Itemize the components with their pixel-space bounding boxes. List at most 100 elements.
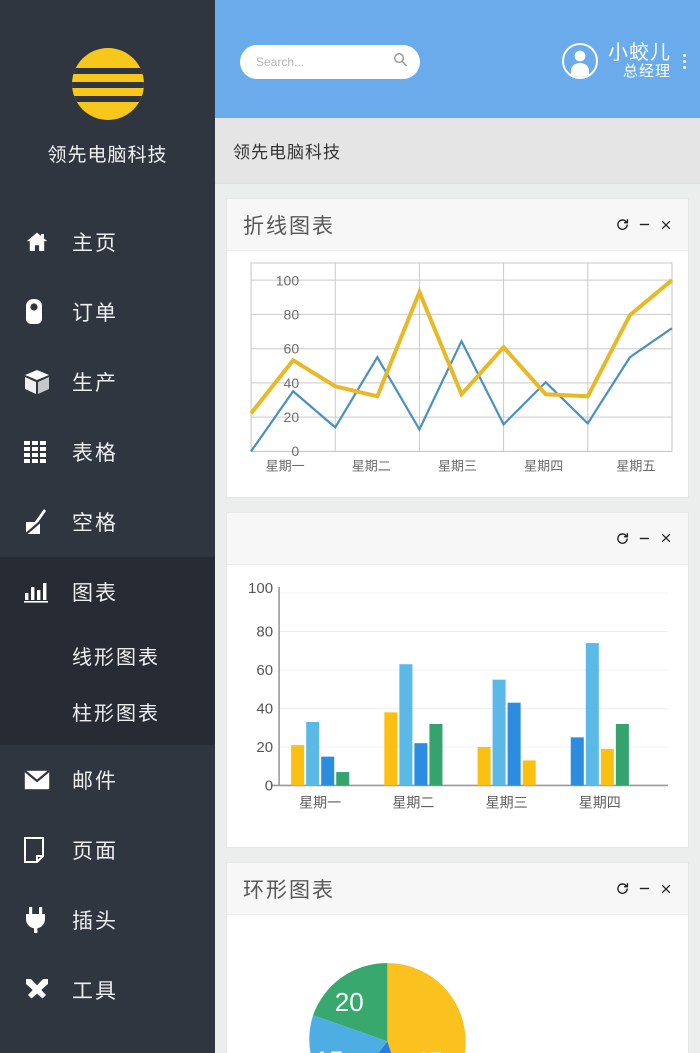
main-content: Search... 小蛟儿 总经理 领先电脑科技 折线图表 100 80 60 … (215, 0, 700, 1053)
svg-text:20: 20 (256, 739, 273, 756)
sidebar-subitem-bar-chart[interactable]: 柱形图表 (0, 683, 215, 739)
svg-text:60: 60 (284, 341, 300, 357)
bar-group-monday (291, 721, 350, 786)
tools-icon (24, 976, 58, 1004)
svg-text:星期三: 星期三 (438, 458, 477, 473)
bar-group-thursday (570, 642, 629, 786)
svg-text:100: 100 (276, 273, 300, 289)
bar-group-tuesday (384, 663, 443, 786)
pie-label-45: 45 (414, 1046, 443, 1053)
sidebar-item-orders[interactable]: 订单 (0, 277, 215, 347)
sidebar-item-label: 邮件 (72, 770, 118, 793)
minimize-icon[interactable] (638, 218, 651, 231)
svg-text:0: 0 (265, 777, 273, 794)
search-placeholder: Search... (256, 55, 305, 69)
card-pie-chart: 环形图表 20 (226, 862, 689, 1053)
kebab-menu-icon[interactable] (679, 50, 690, 73)
svg-text:星期五: 星期五 (616, 458, 655, 473)
svg-text:星期一: 星期一 (299, 794, 341, 810)
svg-text:40: 40 (284, 375, 300, 391)
svg-text:星期一: 星期一 (266, 458, 305, 473)
refresh-icon[interactable] (616, 532, 629, 545)
sidebar-item-label: 图表 (72, 582, 118, 605)
search-icon[interactable] (393, 52, 408, 72)
svg-text:0: 0 (291, 443, 299, 459)
sidebar-item-blank[interactable]: 空格 (0, 487, 215, 557)
svg-text:80: 80 (256, 623, 273, 640)
minimize-icon[interactable] (638, 532, 651, 545)
svg-text:星期四: 星期四 (579, 794, 621, 810)
card-controls (616, 532, 672, 545)
close-icon[interactable] (660, 883, 672, 895)
svg-text:星期三: 星期三 (486, 794, 528, 810)
envelope-icon (24, 766, 58, 794)
user-role: 总经理 (622, 62, 671, 80)
user-avatar-icon (562, 43, 598, 79)
sidebar-item-production[interactable]: 生产 (0, 347, 215, 417)
sidebar-item-label: 插头 (72, 910, 118, 933)
home-icon (24, 228, 58, 256)
card-body: 100 80 60 40 20 0 星期一 星期二 星期三 星期四 (227, 565, 688, 848)
close-icon[interactable] (660, 532, 672, 544)
plug-icon (24, 906, 58, 934)
user-area[interactable]: 小蛟儿 总经理 (562, 42, 690, 81)
sidebar-item-label: 订单 (72, 302, 118, 325)
pie-label-20: 20 (335, 987, 364, 1017)
card-header (227, 512, 688, 565)
sidebar-item-label: 工具 (72, 980, 118, 1003)
grid-icon (24, 438, 58, 466)
minimize-icon[interactable] (638, 882, 651, 895)
page-icon (24, 836, 58, 864)
svg-text:40: 40 (256, 700, 273, 717)
sidebar-item-tables[interactable]: 表格 (0, 417, 215, 487)
card-bar-chart: 100 80 60 40 20 0 星期一 星期二 星期三 星期四 (226, 511, 689, 849)
sidebar-item-charts[interactable]: 图表 (0, 557, 215, 627)
card-body: 100 80 60 40 20 0 星期一 星期二 星期三 星期四 星期五 (227, 251, 688, 497)
user-name: 小蛟儿 (608, 41, 671, 64)
sidebar-item-pages[interactable]: 页面 (0, 815, 215, 885)
close-icon[interactable] (660, 219, 672, 231)
sidebar-item-plug[interactable]: 插头 (0, 885, 215, 955)
user-text: 小蛟儿 总经理 (608, 42, 671, 81)
sidebar-subitem-label: 柱形图表 (72, 702, 160, 725)
svg-text:星期二: 星期二 (392, 794, 434, 810)
card-title: 折线图表 (243, 214, 335, 238)
pie-slice-45 (387, 963, 466, 1053)
card-controls (616, 218, 672, 231)
breadcrumb: 领先电脑科技 (215, 118, 700, 184)
svg-text:100: 100 (248, 580, 273, 597)
pie-label-15: 15 (315, 1045, 344, 1053)
bar-group-wednesday (477, 679, 536, 786)
breadcrumb-text: 领先电脑科技 (233, 143, 341, 162)
search-input[interactable]: Search... (240, 45, 420, 79)
sidebar-item-mail[interactable]: 邮件 (0, 745, 215, 815)
card-header: 折线图表 (227, 199, 688, 251)
sidebar-item-label: 表格 (72, 442, 118, 465)
sidebar-item-label: 空格 (72, 512, 118, 535)
card-controls (616, 882, 672, 895)
card-title: 环形图表 (243, 878, 335, 902)
svg-text:星期二: 星期二 (352, 458, 391, 473)
pie-chart[interactable]: 45 20 15 (237, 929, 678, 1053)
app-root: 领先电脑科技 主页 订单 生产 表格 空格 图表 线形图表 柱形图表 邮件 页面… (0, 0, 700, 1053)
refresh-icon[interactable] (616, 882, 629, 895)
svg-text:80: 80 (284, 307, 300, 323)
sidebar-subitem-line-chart[interactable]: 线形图表 (0, 627, 215, 683)
svg-text:20: 20 (284, 409, 300, 425)
sidebar-submenu-charts: 线形图表 柱形图表 (0, 627, 215, 745)
sidebar-item-label: 主页 (72, 232, 118, 255)
sidebar-item-label: 页面 (72, 840, 118, 863)
brand-block: 领先电脑科技 (0, 0, 215, 167)
sidebar-item-tools[interactable]: 工具 (0, 955, 215, 1025)
bar-chart-icon (24, 578, 58, 606)
top-bar: Search... 小蛟儿 总经理 (215, 0, 700, 118)
refresh-icon[interactable] (616, 218, 629, 231)
svg-text:星期四: 星期四 (524, 458, 563, 473)
sidebar-subitem-label: 线形图表 (72, 646, 160, 669)
bar-chart[interactable]: 100 80 60 40 20 0 星期一 星期二 星期三 星期四 (237, 571, 678, 844)
sidebar-item-label: 生产 (72, 372, 118, 395)
sidebar-item-home[interactable]: 主页 (0, 207, 215, 277)
card-body: 45 20 15 (227, 915, 688, 1053)
box-icon (24, 368, 58, 396)
line-chart[interactable]: 100 80 60 40 20 0 星期一 星期二 星期三 星期四 星期五 (237, 257, 678, 493)
